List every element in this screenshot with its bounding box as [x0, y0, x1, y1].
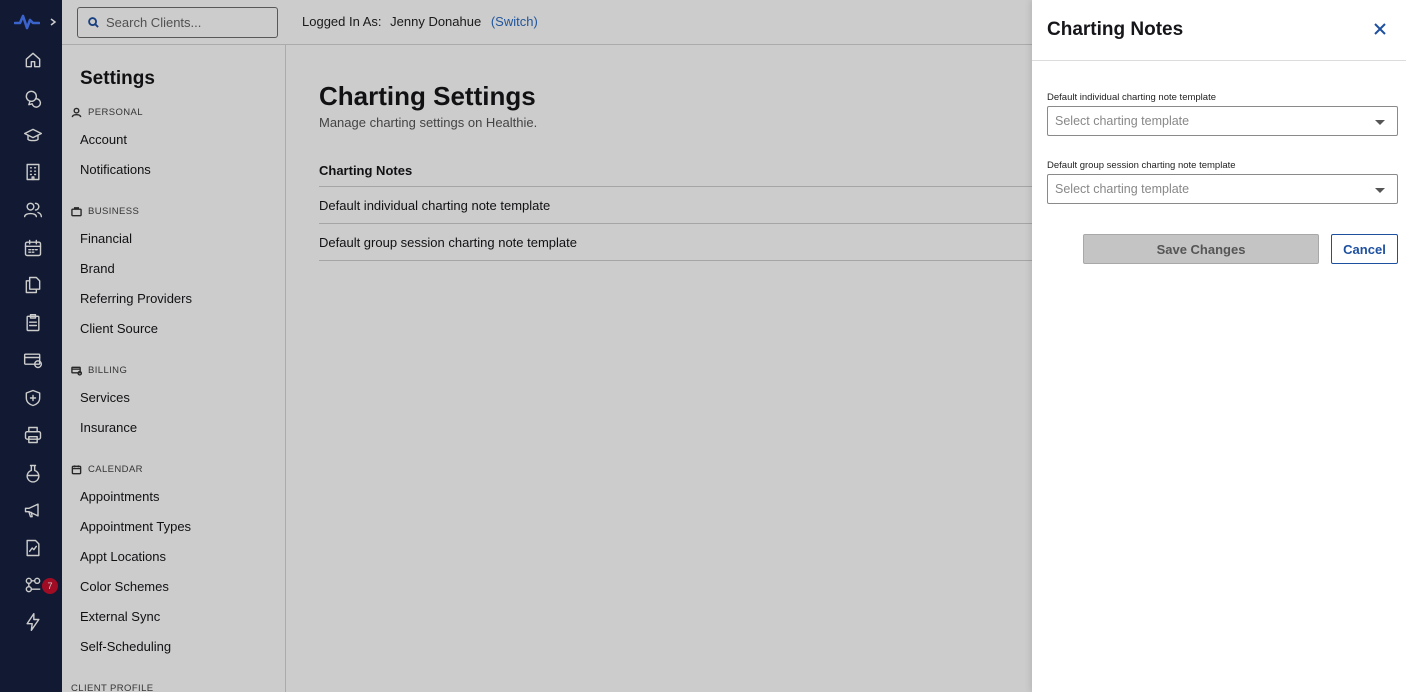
drawer-divider: [1032, 60, 1406, 61]
drawer-title: Charting Notes: [1047, 19, 1184, 40]
save-changes-button[interactable]: Save Changes: [1083, 234, 1319, 264]
chevron-down-icon: [1375, 188, 1385, 193]
cancel-button[interactable]: Cancel: [1331, 234, 1398, 264]
individual-template-select[interactable]: Select charting template: [1047, 106, 1398, 136]
close-icon: [1374, 23, 1386, 35]
select-placeholder: Select charting template: [1055, 182, 1190, 196]
group-template-select[interactable]: Select charting template: [1047, 174, 1398, 204]
individual-template-label: Default individual charting note templat…: [1047, 92, 1216, 103]
close-button[interactable]: [1371, 20, 1389, 38]
modal-backdrop[interactable]: [0, 0, 1032, 692]
group-template-label: Default group session charting note temp…: [1047, 160, 1236, 171]
select-placeholder: Select charting template: [1055, 114, 1190, 128]
charting-notes-drawer: Charting Notes Default individual charti…: [1032, 0, 1406, 692]
chevron-down-icon: [1375, 120, 1385, 125]
